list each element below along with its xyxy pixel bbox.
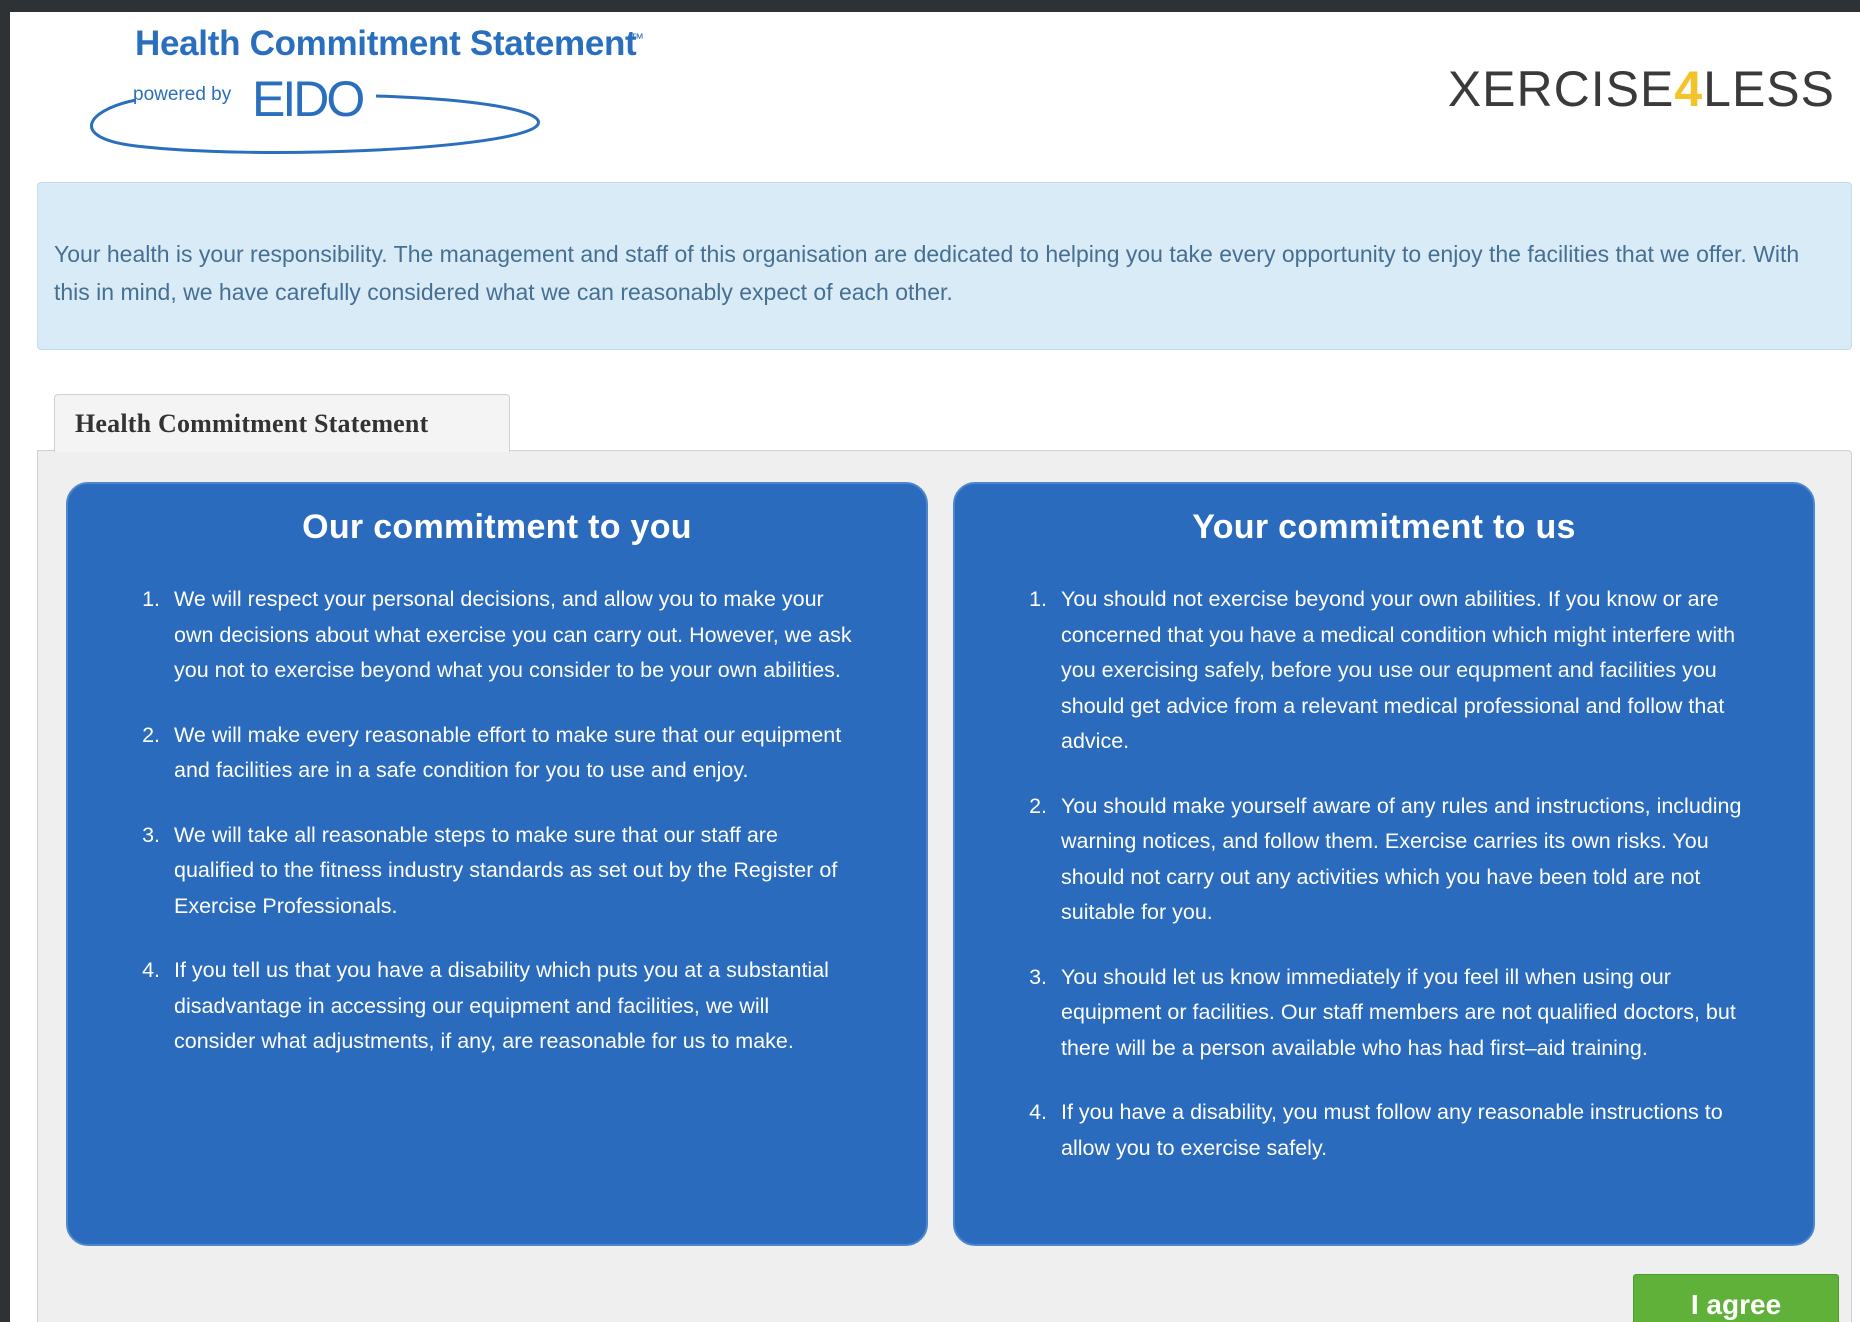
our-commitment-list: We will respect your personal decisions,… xyxy=(68,582,926,1089)
list-item: If you tell us that you have a disabilit… xyxy=(166,953,856,1060)
brand-name-part2: LESS xyxy=(1703,61,1835,117)
brand-logo: XERCISE4LESS xyxy=(1448,60,1835,118)
page: Health Commitment Statement ™ powered by… xyxy=(10,12,1860,1322)
list-item: You should let us know immediately if yo… xyxy=(1053,960,1743,1067)
tab-label: Health Commitment Statement xyxy=(75,409,429,438)
list-item: We will make every reasonable effort to … xyxy=(166,718,856,789)
tab-health-commitment-statement[interactable]: Health Commitment Statement xyxy=(54,394,510,452)
list-item: If you have a disability, you must follo… xyxy=(1053,1095,1743,1166)
intro-text: Your health is your responsibility. The … xyxy=(54,241,1800,305)
hcs-logo: Health Commitment Statement ™ powered by… xyxy=(40,18,644,154)
intro-box: Your health is your responsibility. The … xyxy=(37,182,1852,350)
header: Health Commitment Statement ™ powered by… xyxy=(10,12,1860,162)
our-commitment-card: Our commitment to you We will respect yo… xyxy=(66,482,928,1246)
list-item: We will respect your personal decisions,… xyxy=(166,582,856,689)
list-item: We will take all reasonable steps to mak… xyxy=(166,818,856,925)
powered-by-label: powered by xyxy=(133,84,232,105)
your-commitment-card: Your commitment to us You should not exe… xyxy=(953,482,1815,1246)
your-commitment-list: You should not exercise beyond your own … xyxy=(955,582,1813,1195)
trademark-symbol: ™ xyxy=(630,30,644,46)
brand-four: 4 xyxy=(1674,61,1704,117)
list-item: You should make yourself aware of any ru… xyxy=(1053,789,1743,931)
hcs-title: Health Commitment Statement xyxy=(135,24,637,63)
agree-button[interactable]: I agree xyxy=(1633,1274,1839,1322)
your-commitment-title: Your commitment to us xyxy=(1192,508,1576,546)
list-item: You should not exercise beyond your own … xyxy=(1053,582,1743,760)
our-commitment-title: Our commitment to you xyxy=(302,508,692,546)
eido-logo: EIDO xyxy=(252,71,365,127)
brand-name-part1: XERCISE xyxy=(1447,61,1675,117)
